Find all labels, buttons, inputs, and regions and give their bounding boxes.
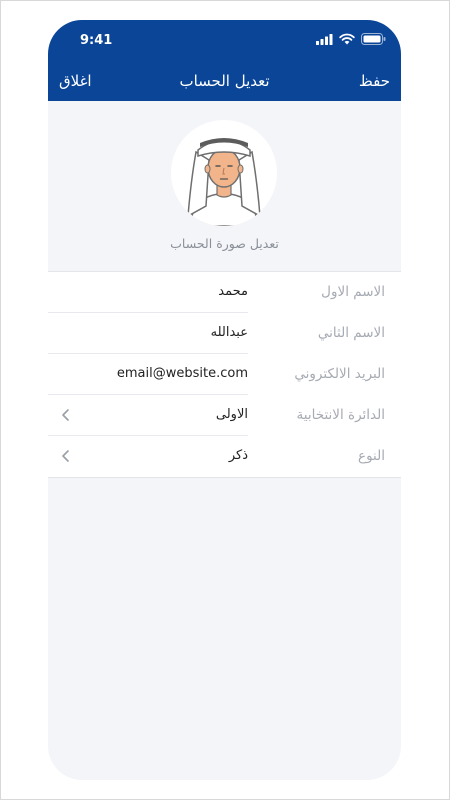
wifi-icon: [339, 33, 355, 45]
nav-bar: اغلاق تعديل الحساب حفظ: [48, 70, 401, 96]
email-field[interactable]: email@website.com: [117, 366, 248, 381]
second-name-row[interactable]: الاسم الثاني عبدالله: [48, 313, 401, 354]
first-name-field[interactable]: محمد: [218, 284, 248, 299]
email-label: البريد الالكتروني: [294, 366, 385, 382]
second-name-field[interactable]: عبدالله: [211, 325, 248, 340]
chevron-left-icon: [62, 409, 69, 421]
gender-select[interactable]: ذكر: [229, 448, 248, 463]
form-bottom-divider: [48, 477, 401, 478]
save-button[interactable]: حفظ: [359, 72, 390, 90]
signal-icon: [316, 33, 333, 45]
profile-avatar[interactable]: [171, 120, 277, 226]
district-select[interactable]: الاولى: [216, 407, 248, 422]
status-icons: [316, 33, 386, 45]
app-header: 9:41 اغلاق تعديل الحساب حفظ: [48, 20, 401, 101]
second-name-label: الاسم الثاني: [317, 325, 385, 341]
district-label: الدائرة الانتخابية: [296, 407, 385, 423]
first-name-row[interactable]: الاسم الاول محمد: [48, 272, 401, 313]
user-avatar-icon: [187, 138, 261, 226]
gender-row[interactable]: النوع ذكر: [48, 436, 401, 477]
district-row[interactable]: الدائرة الانتخابية الاولى: [48, 395, 401, 436]
phone-screen: 9:41 اغلاق تعديل الحساب حفظ تعديل صورة ا…: [48, 20, 401, 780]
status-time: 9:41: [80, 33, 113, 48]
battery-icon: [361, 33, 386, 45]
first-name-label: الاسم الاول: [321, 284, 385, 300]
gender-label: النوع: [358, 448, 385, 464]
edit-photo-link[interactable]: تعديل صورة الحساب: [48, 236, 401, 251]
email-row[interactable]: البريد الالكتروني email@website.com: [48, 354, 401, 395]
profile-form: الاسم الاول محمد الاسم الثاني عبدالله ال…: [48, 272, 401, 478]
page-title: تعديل الحساب: [179, 72, 270, 90]
chevron-left-icon: [62, 450, 69, 462]
